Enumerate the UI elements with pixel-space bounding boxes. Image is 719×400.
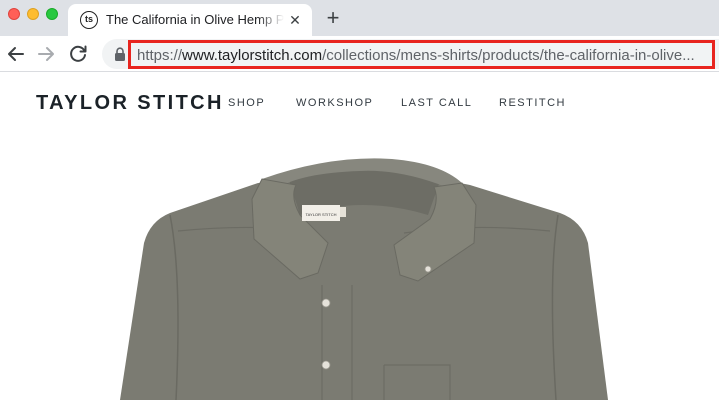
arrow-right-icon[interactable] [34, 42, 58, 66]
plus-icon[interactable]: + [322, 7, 344, 29]
product-image[interactable]: TAYLOR STITCH [0, 135, 719, 400]
tab-title: The California in Olive Hemp P... [106, 12, 284, 27]
nav-workshop[interactable]: WORKSHOP [296, 97, 373, 109]
close-icon[interactable]: ✕ [286, 11, 304, 29]
shirt-button [321, 360, 331, 370]
lock-icon[interactable] [114, 47, 126, 61]
browser-tab[interactable]: ts The California in Olive Hemp P... ✕ [68, 4, 312, 36]
maximize-window-button[interactable] [46, 8, 58, 20]
shirt-body [120, 179, 608, 400]
nav-last-call[interactable]: LAST CALL [401, 97, 472, 109]
site-header: TAYLOR STITCH SHOP WORKSHOP LAST CALL RE… [0, 73, 719, 135]
shirt-button [424, 265, 432, 273]
nav-shop[interactable]: SHOP [228, 97, 265, 109]
browser-toolbar: https://www.taylorstitch.com/collections… [0, 36, 719, 72]
favicon-icon: ts [80, 11, 98, 29]
shirt-size-tag [340, 207, 346, 217]
close-window-button[interactable] [8, 8, 20, 20]
minimize-window-button[interactable] [27, 8, 39, 20]
url-host: www.taylorstitch.com [182, 47, 323, 64]
address-bar[interactable]: https://www.taylorstitch.com/collections… [102, 39, 719, 69]
shirt-brand-label-text: TAYLOR STITCH [306, 212, 337, 217]
reload-icon[interactable] [66, 42, 90, 66]
url-highlight-box: https://www.taylorstitch.com/collections… [128, 40, 715, 69]
url-path: /collections/mens-shirts/products/the-ca… [322, 47, 695, 64]
arrow-left-icon[interactable] [4, 42, 28, 66]
url-text[interactable]: https://www.taylorstitch.com/collections… [137, 46, 713, 66]
nav-restitch[interactable]: RESTITCH [499, 97, 566, 109]
shirt-button [321, 298, 331, 308]
tab-strip: ts The California in Olive Hemp P... ✕ + [0, 0, 719, 36]
site-logo[interactable]: TAYLOR STITCH [36, 92, 224, 115]
url-scheme: https:// [137, 47, 183, 64]
